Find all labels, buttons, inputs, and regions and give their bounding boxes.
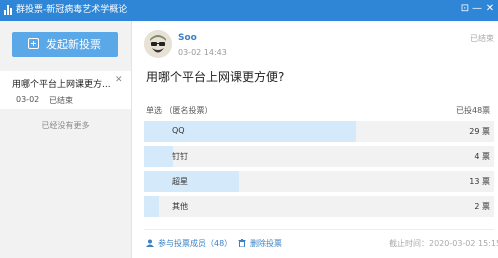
participants-label: 参与投票成员（48）: [158, 239, 233, 248]
vote-option-name: 超星: [172, 177, 188, 186]
title-bar: 群投票-新冠病毒艺术学概论 ⊡ — ✕: [0, 0, 498, 21]
vote-type: 单选 （匿名投票）: [146, 106, 213, 115]
close-icon[interactable]: ✕: [115, 75, 123, 85]
close-button[interactable]: ✕: [483, 2, 497, 16]
sidebar: 发起新投票 用哪个平台上网课更方... ✕ 03-02 已结束 已经没有更多: [0, 21, 132, 258]
vote-option-bar: [144, 146, 174, 167]
vote-option-bar: [144, 196, 159, 217]
vote-option-count: 4 票: [474, 152, 490, 161]
new-vote-button[interactable]: 发起新投票: [12, 32, 118, 57]
no-more-text: 已经没有更多: [41, 121, 90, 130]
divider: [144, 229, 494, 230]
participants-link[interactable]: 参与投票成员（48）: [146, 238, 232, 249]
plus-icon: [28, 38, 39, 49]
vote-option-name: 其他: [172, 202, 188, 211]
vote-option-name: QQ: [172, 126, 185, 135]
vote-option[interactable]: 钉钉 4 票: [144, 146, 494, 167]
delete-label: 删除投票: [250, 239, 282, 248]
total-votes: 已投48票: [456, 106, 491, 115]
deadline-text: 截止时间：2020-03-02 15:15: [389, 239, 498, 248]
trash-icon: [238, 239, 246, 249]
vote-item-status: 已结束: [49, 96, 73, 105]
post-time: 03-02 14:43: [178, 48, 227, 57]
window-title: 群投票-新冠病毒艺术学概论: [16, 5, 128, 15]
vote-item-title: 用哪个平台上网课更方...: [12, 80, 111, 90]
vote-option-count: 2 票: [474, 202, 490, 211]
avatar[interactable]: [144, 30, 172, 58]
user-icon: [146, 239, 154, 249]
delete-vote-link[interactable]: 删除投票: [238, 238, 282, 249]
new-vote-label: 发起新投票: [46, 38, 101, 51]
vote-question: 用哪个平台上网课更方便?: [146, 70, 285, 84]
vote-option-count: 13 票: [469, 177, 490, 186]
username[interactable]: Soo: [178, 33, 197, 43]
vote-option[interactable]: 其他 2 票: [144, 196, 494, 217]
vote-option[interactable]: QQ 29 票: [144, 121, 494, 142]
vote-option[interactable]: 超星 13 票: [144, 171, 494, 192]
vote-item-date: 03-02: [16, 95, 40, 104]
vote-option-bar: [144, 171, 239, 192]
status-badge: 已结束: [470, 34, 494, 43]
vote-option-name: 钉钉: [172, 152, 188, 161]
vote-option-count: 29 票: [469, 127, 490, 136]
vote-list-item[interactable]: 用哪个平台上网课更方... ✕ 03-02 已结束: [0, 71, 131, 109]
bar-chart-icon: [4, 5, 13, 15]
minimize-button[interactable]: —: [470, 2, 484, 16]
